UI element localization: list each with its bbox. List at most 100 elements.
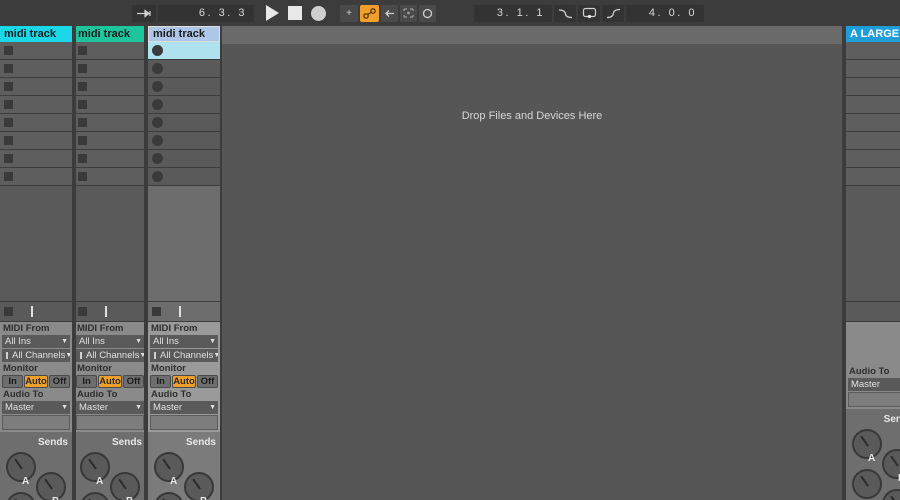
- stop-square-icon[interactable]: [4, 118, 13, 127]
- stop-square-icon[interactable]: [78, 64, 87, 73]
- clip-slot[interactable]: [0, 168, 72, 186]
- stop-square-icon[interactable]: [78, 136, 87, 145]
- play-icon[interactable]: [266, 5, 279, 21]
- midi-from-select[interactable]: All Ins ▼: [76, 335, 144, 348]
- monitor-off-button[interactable]: Off: [122, 375, 145, 388]
- device-slot-area[interactable]: [76, 415, 144, 430]
- clip-slot[interactable]: [74, 60, 146, 78]
- midi-channel-select[interactable]: All Channels ▼: [2, 349, 70, 362]
- send-d-knob[interactable]: [882, 489, 900, 500]
- return-track-name[interactable]: A LARGE S: [846, 26, 900, 42]
- midi-from-select[interactable]: All Ins ▼: [150, 335, 218, 348]
- clip-slot[interactable]: [0, 96, 72, 114]
- device-slot-area[interactable]: [150, 415, 218, 430]
- clip-slot[interactable]: [148, 78, 220, 96]
- midi-channel-select[interactable]: All Channels ▼: [76, 349, 144, 362]
- clip-slot[interactable]: [74, 96, 146, 114]
- fade-out-curve-icon[interactable]: [554, 4, 576, 22]
- record-circle-icon[interactable]: [152, 171, 163, 182]
- stop-square-icon[interactable]: [78, 82, 87, 91]
- monitor-in-button[interactable]: In: [150, 375, 172, 388]
- clip-slot[interactable]: [74, 168, 146, 186]
- clip-slot[interactable]: [148, 42, 220, 60]
- audio-to-select[interactable]: Master ▼: [76, 401, 144, 414]
- punch-in-arrow-icon[interactable]: [132, 4, 156, 22]
- audio-to-select[interactable]: Master ▼: [2, 401, 70, 414]
- clip-slot[interactable]: [0, 60, 72, 78]
- back-arrow-icon[interactable]: [381, 4, 398, 22]
- link-icon[interactable]: [360, 4, 379, 22]
- loop-length-display[interactable]: 4. 0. 0: [626, 4, 704, 22]
- empty-slot-area[interactable]: [148, 186, 220, 302]
- midi-channel-select[interactable]: All Channels ▼: [150, 349, 218, 362]
- clip-slot[interactable]: [0, 132, 72, 150]
- track-stop-icon[interactable]: [78, 307, 87, 316]
- clip-slot[interactable]: [74, 78, 146, 96]
- send-c-knob[interactable]: [6, 492, 36, 500]
- record-circle-icon[interactable]: [152, 135, 163, 146]
- clip-slot[interactable]: [0, 114, 72, 132]
- stop-square-icon[interactable]: [4, 100, 13, 109]
- send-a-knob[interactable]: [80, 452, 110, 482]
- monitor-auto-button[interactable]: Auto: [24, 375, 48, 388]
- record-circle-icon[interactable]: [152, 99, 163, 110]
- monitor-off-button[interactable]: Off: [196, 375, 219, 388]
- expand-icon[interactable]: [400, 4, 417, 22]
- send-b-knob[interactable]: [184, 472, 214, 500]
- clip-slot[interactable]: [148, 150, 220, 168]
- record-circle-icon[interactable]: [152, 45, 163, 56]
- track-stop-icon[interactable]: [152, 307, 161, 316]
- send-b-knob[interactable]: [36, 472, 66, 500]
- stop-square-icon[interactable]: [78, 46, 87, 55]
- stop-square-icon[interactable]: [78, 100, 87, 109]
- midi-from-select[interactable]: All Ins ▼: [2, 335, 70, 348]
- stop-square-icon[interactable]: [78, 154, 87, 163]
- audio-to-select[interactable]: Master: [848, 378, 900, 391]
- stop-icon[interactable]: [288, 6, 302, 20]
- record-circle-icon[interactable]: [152, 81, 163, 92]
- monitor-off-button[interactable]: Off: [48, 375, 71, 388]
- track-name-1[interactable]: midi track: [0, 26, 72, 42]
- device-slot-area[interactable]: [2, 415, 70, 430]
- send-c-knob[interactable]: [154, 492, 184, 500]
- stop-square-icon[interactable]: [4, 136, 13, 145]
- stop-square-icon[interactable]: [4, 154, 13, 163]
- track-name-2[interactable]: midi track: [74, 26, 146, 42]
- track-stop-row[interactable]: [74, 302, 146, 322]
- track-name-3[interactable]: midi track: [148, 26, 220, 42]
- fade-in-curve-icon[interactable]: [602, 4, 624, 22]
- monitor-in-button[interactable]: In: [76, 375, 98, 388]
- send-c-knob[interactable]: [80, 492, 110, 500]
- loop-start-display[interactable]: 3. 1. 1: [474, 4, 552, 22]
- record-icon[interactable]: [311, 5, 326, 21]
- send-a-knob[interactable]: [154, 452, 184, 482]
- record-circle-icon[interactable]: [152, 117, 163, 128]
- send-c-knob[interactable]: [852, 469, 882, 499]
- clip-slot[interactable]: [0, 78, 72, 96]
- track-stop-row[interactable]: [148, 302, 220, 322]
- clip-slot[interactable]: [0, 150, 72, 168]
- stop-square-icon[interactable]: [4, 46, 13, 55]
- send-b-knob[interactable]: [110, 472, 140, 500]
- add-button[interactable]: +: [340, 4, 358, 22]
- circle-icon[interactable]: [419, 4, 436, 22]
- clip-slot[interactable]: [74, 42, 146, 60]
- clip-slot[interactable]: [148, 168, 220, 186]
- stop-square-icon[interactable]: [78, 118, 87, 127]
- stop-square-icon[interactable]: [4, 82, 13, 91]
- loop-region-icon[interactable]: [578, 4, 600, 22]
- stop-square-icon[interactable]: [78, 172, 87, 181]
- position-display[interactable]: 6. 3. 3: [158, 4, 254, 22]
- record-circle-icon[interactable]: [152, 153, 163, 164]
- clip-slot[interactable]: [148, 96, 220, 114]
- clip-slot[interactable]: [74, 132, 146, 150]
- device-slot-area[interactable]: [848, 392, 900, 407]
- stop-square-icon[interactable]: [4, 172, 13, 181]
- track-stop-row[interactable]: [0, 302, 72, 322]
- send-a-knob[interactable]: [6, 452, 36, 482]
- send-a-knob[interactable]: [852, 429, 882, 459]
- empty-slot-area[interactable]: [0, 186, 72, 302]
- clip-slot[interactable]: [148, 60, 220, 78]
- drop-zone[interactable]: Drop Files and Devices Here: [222, 26, 842, 500]
- clip-slot[interactable]: [74, 114, 146, 132]
